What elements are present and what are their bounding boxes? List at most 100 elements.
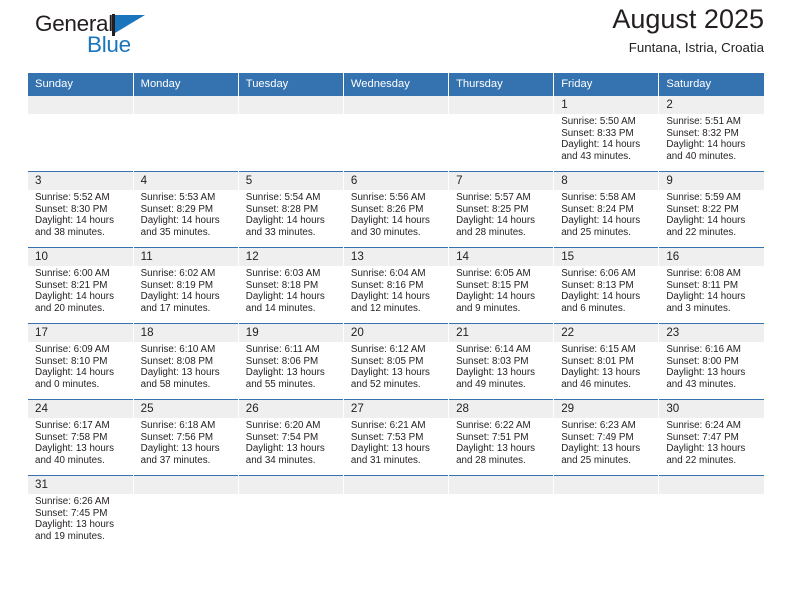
- calendar-day-cell[interactable]: 22 Sunrise: 6:15 AM Sunset: 8:01 PM Dayligh…: [553, 323, 660, 400]
- calendar-day-cell[interactable]: 14 Sunrise: 6:05 AM Sunset: 8:15 PM Dayligh…: [448, 247, 555, 324]
- day-cell-content: 30 Sunrise: 6:24 AM Sunset: 7:47 PM Dayligh…: [659, 400, 764, 475]
- calendar-day-cell[interactable]: 20 Sunrise: 6:12 AM Sunset: 8:05 PM Dayligh…: [343, 323, 450, 400]
- calendar-day-cell[interactable]: 3 Sunrise: 5:52 AM Sunset: 8:30 PM Daylight…: [28, 171, 134, 248]
- day-daylight1-text: Daylight: 14 hours: [666, 139, 746, 151]
- page-header: General Blue August 2025 Funtana, Istria…: [28, 0, 764, 73]
- day-daylight1-text: Daylight: 14 hours: [561, 215, 641, 227]
- day-daylight1-text: Daylight: 14 hours: [35, 215, 114, 227]
- day-number: 12: [238, 248, 343, 266]
- weekday-header-thursday: Thursday: [448, 73, 555, 96]
- day-cell-content: 15 Sunrise: 6:06 AM Sunset: 8:13 PM Dayligh…: [554, 248, 659, 323]
- calendar-day-cell[interactable]: 25 Sunrise: 6:18 AM Sunset: 7:56 PM Dayligh…: [133, 399, 239, 476]
- calendar-day-cell: [343, 95, 450, 172]
- day-number: 7: [449, 172, 554, 190]
- day-cell-content: 4 Sunrise: 5:53 AM Sunset: 8:29 PM Daylight…: [133, 172, 238, 247]
- day-sunset-text: Sunset: 8:03 PM: [456, 355, 529, 367]
- calendar-day-cell[interactable]: 6 Sunrise: 5:56 AM Sunset: 8:26 PM Daylight…: [343, 171, 450, 248]
- calendar-day-cell[interactable]: 16 Sunrise: 6:08 AM Sunset: 8:11 PM Dayligh…: [658, 247, 764, 324]
- calendar-day-cell: [238, 475, 344, 551]
- day-sunrise-text: Sunrise: 6:24 AM: [666, 420, 741, 431]
- day-sun-info: Sunrise: 5:56 AM Sunset: 8:26 PM Daylight:…: [344, 190, 448, 238]
- calendar-day-cell[interactable]: 11 Sunrise: 6:02 AM Sunset: 8:19 PM Dayligh…: [133, 247, 239, 324]
- day-daylight1-text: Daylight: 14 hours: [350, 215, 430, 227]
- location-subtitle: Funtana, Istria, Croatia: [628, 40, 764, 55]
- day-sunset-text: Sunset: 8:16 PM: [350, 279, 424, 291]
- general-blue-logo[interactable]: General Blue: [28, 8, 178, 60]
- day-daylight1-text: Daylight: 14 hours: [245, 215, 325, 227]
- calendar-day-cell[interactable]: 23 Sunrise: 6:16 AM Sunset: 8:00 PM Dayligh…: [658, 323, 764, 400]
- day-sunset-text: Sunset: 7:45 PM: [35, 507, 108, 519]
- calendar-day-cell[interactable]: 2 Sunrise: 5:51 AM Sunset: 8:32 PM Daylight…: [658, 95, 764, 172]
- day-daylight1-text: Daylight: 14 hours: [456, 291, 536, 303]
- calendar-day-cell: [448, 95, 555, 172]
- calendar-day-cell[interactable]: 21 Sunrise: 6:14 AM Sunset: 8:03 PM Dayligh…: [448, 323, 555, 400]
- day-sunrise-text: Sunrise: 5:50 AM: [561, 116, 636, 127]
- day-sunset-text: Sunset: 8:10 PM: [35, 355, 108, 367]
- day-number: 28: [449, 400, 554, 418]
- calendar-week-row: 3 Sunrise: 5:52 AM Sunset: 8:30 PM Daylight…: [28, 171, 764, 248]
- day-number: [343, 96, 449, 114]
- day-sun-info: Sunrise: 6:10 AM Sunset: 8:08 PM Daylight:…: [134, 342, 238, 390]
- calendar-day-cell[interactable]: 9 Sunrise: 5:59 AM Sunset: 8:22 PM Daylight…: [658, 171, 764, 248]
- calendar-day-cell[interactable]: 4 Sunrise: 5:53 AM Sunset: 8:29 PM Daylight…: [133, 171, 239, 248]
- day-daylight2-text: and 40 minutes.: [666, 150, 737, 162]
- day-number: 14: [449, 248, 554, 266]
- day-sun-info: Sunrise: 5:52 AM Sunset: 8:30 PM Daylight:…: [28, 190, 133, 238]
- day-cell-content: [28, 96, 133, 171]
- calendar-day-cell[interactable]: 28 Sunrise: 6:22 AM Sunset: 7:51 PM Dayligh…: [448, 399, 555, 476]
- day-sunset-text: Sunset: 7:56 PM: [140, 431, 214, 443]
- calendar-day-cell[interactable]: 18 Sunrise: 6:10 AM Sunset: 8:08 PM Dayligh…: [133, 323, 239, 400]
- day-cell-content: [343, 476, 449, 551]
- day-number: 6: [343, 172, 449, 190]
- day-daylight2-text: and 49 minutes.: [456, 378, 526, 390]
- day-cell-content: 26 Sunrise: 6:20 AM Sunset: 7:54 PM Dayligh…: [238, 400, 343, 475]
- logo-text-blue: Blue: [87, 32, 131, 57]
- day-sunrise-text: Sunrise: 6:11 AM: [245, 344, 320, 355]
- day-daylight2-text: and 55 minutes.: [245, 378, 316, 390]
- day-daylight1-text: Daylight: 13 hours: [561, 367, 641, 379]
- day-cell-content: 31 Sunrise: 6:26 AM Sunset: 7:45 PM Dayligh…: [28, 476, 133, 551]
- day-cell-content: [133, 96, 238, 171]
- calendar-day-cell[interactable]: 17 Sunrise: 6:09 AM Sunset: 8:10 PM Dayligh…: [28, 323, 134, 400]
- calendar-day-cell[interactable]: 31 Sunrise: 6:26 AM Sunset: 7:45 PM Dayligh…: [28, 475, 134, 551]
- calendar-page: General Blue August 2025 Funtana, Istria…: [0, 0, 792, 612]
- calendar-day-cell[interactable]: 26 Sunrise: 6:20 AM Sunset: 7:54 PM Dayligh…: [238, 399, 344, 476]
- day-sunrise-text: Sunrise: 5:57 AM: [456, 192, 531, 203]
- day-cell-content: 17 Sunrise: 6:09 AM Sunset: 8:10 PM Dayligh…: [28, 324, 133, 399]
- day-daylight1-text: Daylight: 13 hours: [561, 443, 641, 455]
- calendar-day-cell[interactable]: 13 Sunrise: 6:04 AM Sunset: 8:16 PM Dayligh…: [343, 247, 450, 324]
- day-number: [343, 476, 449, 494]
- day-daylight1-text: Daylight: 14 hours: [245, 291, 325, 303]
- calendar-day-cell[interactable]: 7 Sunrise: 5:57 AM Sunset: 8:25 PM Daylight…: [448, 171, 555, 248]
- calendar-day-cell[interactable]: 30 Sunrise: 6:24 AM Sunset: 7:47 PM Dayligh…: [658, 399, 764, 476]
- weekday-header-saturday: Saturday: [658, 73, 764, 96]
- calendar-day-cell[interactable]: 29 Sunrise: 6:23 AM Sunset: 7:49 PM Dayligh…: [553, 399, 660, 476]
- day-number: 9: [659, 172, 764, 190]
- day-sunrise-text: Sunrise: 6:23 AM: [561, 420, 636, 431]
- calendar-day-cell[interactable]: 27 Sunrise: 6:21 AM Sunset: 7:53 PM Dayligh…: [343, 399, 450, 476]
- calendar-day-cell[interactable]: 19 Sunrise: 6:11 AM Sunset: 8:06 PM Dayligh…: [238, 323, 344, 400]
- calendar-day-cell[interactable]: 8 Sunrise: 5:58 AM Sunset: 8:24 PM Daylight…: [553, 171, 660, 248]
- calendar-day-cell[interactable]: 15 Sunrise: 6:06 AM Sunset: 8:13 PM Dayligh…: [553, 247, 660, 324]
- day-number: 15: [554, 248, 659, 266]
- day-sunrise-text: Sunrise: 6:02 AM: [140, 268, 216, 279]
- calendar-day-cell[interactable]: 12 Sunrise: 6:03 AM Sunset: 8:18 PM Dayligh…: [238, 247, 344, 324]
- day-sun-info: Sunrise: 6:00 AM Sunset: 8:21 PM Daylight:…: [28, 266, 133, 314]
- day-sunset-text: Sunset: 8:13 PM: [561, 279, 634, 291]
- day-cell-content: 27 Sunrise: 6:21 AM Sunset: 7:53 PM Dayligh…: [343, 400, 449, 475]
- day-cell-content: 24 Sunrise: 6:17 AM Sunset: 7:58 PM Dayligh…: [28, 400, 133, 475]
- day-cell-content: 8 Sunrise: 5:58 AM Sunset: 8:24 PM Daylight…: [554, 172, 659, 247]
- day-sunrise-text: Sunrise: 6:22 AM: [456, 420, 531, 431]
- day-sun-info: Sunrise: 6:18 AM Sunset: 7:56 PM Daylight:…: [134, 418, 238, 466]
- calendar-day-cell[interactable]: 5 Sunrise: 5:54 AM Sunset: 8:28 PM Daylight…: [238, 171, 344, 248]
- day-sunrise-text: Sunrise: 6:04 AM: [350, 268, 426, 279]
- day-cell-content: [659, 476, 764, 551]
- day-cell-content: 3 Sunrise: 5:52 AM Sunset: 8:30 PM Daylight…: [28, 172, 133, 247]
- calendar-day-cell[interactable]: 1 Sunrise: 5:50 AM Sunset: 8:33 PM Daylight…: [553, 95, 660, 172]
- day-number: 13: [343, 248, 449, 266]
- calendar-day-cell[interactable]: 24 Sunrise: 6:17 AM Sunset: 7:58 PM Dayligh…: [28, 399, 134, 476]
- day-sunrise-text: Sunrise: 5:52 AM: [35, 192, 110, 203]
- calendar-day-cell[interactable]: 10 Sunrise: 6:00 AM Sunset: 8:21 PM Dayligh…: [28, 247, 134, 324]
- day-cell-content: [449, 96, 554, 171]
- day-sunset-text: Sunset: 8:00 PM: [666, 355, 739, 367]
